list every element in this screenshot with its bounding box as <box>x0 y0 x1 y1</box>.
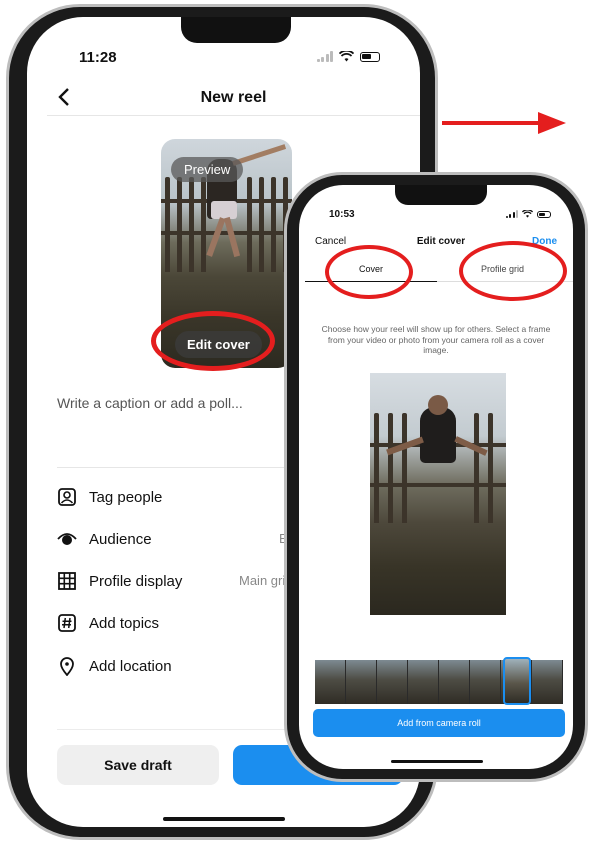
fence-post <box>177 177 182 272</box>
home-indicator <box>391 760 483 763</box>
annotation-circle <box>459 241 567 301</box>
signal-icon <box>505 210 518 218</box>
row-tag-people[interactable]: Tag people <box>57 487 162 507</box>
row-label: Profile display <box>89 572 183 590</box>
battery-icon <box>360 51 380 62</box>
tag-people-icon <box>57 487 77 507</box>
grid-icon <box>57 571 77 591</box>
row-audience[interactable]: Audience <box>57 529 152 549</box>
hashtag-icon <box>57 613 77 633</box>
battery-icon <box>537 210 551 218</box>
annotation-arrow-head <box>538 112 566 134</box>
audience-eye-icon <box>57 529 77 549</box>
person-figure <box>420 407 456 463</box>
fence-post <box>247 177 252 272</box>
person-head <box>428 395 448 415</box>
video-frame[interactable] <box>532 660 563 704</box>
video-frame[interactable] <box>315 660 346 704</box>
status-icons <box>316 51 380 62</box>
annotation-arrow-shaft <box>442 121 542 125</box>
status-icons <box>505 210 551 218</box>
selected-frame-handle[interactable] <box>503 657 531 705</box>
preview-button[interactable]: Preview <box>171 157 244 182</box>
row-add-location[interactable]: Add location <box>57 656 172 676</box>
signal-icon <box>316 51 333 62</box>
wifi-icon <box>339 51 354 62</box>
wifi-icon <box>522 210 533 218</box>
row-add-topics[interactable]: Add topics <box>57 613 159 633</box>
fence-post <box>201 177 206 272</box>
cover-preview-image <box>370 373 506 615</box>
status-time: 10:53 <box>329 209 355 220</box>
fence-post <box>259 177 264 272</box>
annotation-circle <box>325 245 413 299</box>
cover-instructions: Choose how your reel will show up for ot… <box>321 324 551 355</box>
fence-post <box>388 413 393 523</box>
add-from-camera-roll-button[interactable]: Add from camera roll <box>313 709 565 737</box>
caption-input[interactable]: Write a caption or add a poll... <box>57 395 243 411</box>
fence-post <box>488 413 493 523</box>
phone-frame-edit-cover: 10:53 Cancel Edit cover Done Cover Profi… <box>284 172 588 782</box>
row-label: Add topics <box>89 614 160 632</box>
row-label: Tag people <box>89 488 163 506</box>
page-title: New reel <box>200 89 267 106</box>
video-frame[interactable] <box>470 660 501 704</box>
row-label: Add location <box>89 657 172 675</box>
fence-post <box>271 177 276 272</box>
video-frame[interactable] <box>408 660 439 704</box>
video-frame[interactable] <box>346 660 377 704</box>
fence-post <box>165 177 170 272</box>
dynamic-island <box>395 185 487 205</box>
person-leg <box>223 216 241 258</box>
status-time: 11:28 <box>79 49 117 66</box>
header-divider <box>47 115 420 116</box>
person-leg <box>206 217 226 257</box>
video-frame[interactable] <box>377 660 408 704</box>
edit-cover-screen: 10:53 Cancel Edit cover Done Cover Profi… <box>299 185 573 769</box>
fence-post <box>189 177 194 272</box>
home-indicator <box>163 817 285 821</box>
fence-post <box>402 413 407 523</box>
fence-post <box>374 413 379 523</box>
annotation-circle <box>151 311 275 371</box>
row-label: Audience <box>89 530 152 548</box>
dynamic-island <box>181 17 291 43</box>
row-profile-display[interactable]: Profile display <box>57 571 182 591</box>
fence-post <box>474 413 479 523</box>
video-frame[interactable] <box>439 660 470 704</box>
person-shorts <box>211 201 237 219</box>
save-draft-button[interactable]: Save draft <box>57 745 219 785</box>
location-pin-icon <box>57 656 77 676</box>
